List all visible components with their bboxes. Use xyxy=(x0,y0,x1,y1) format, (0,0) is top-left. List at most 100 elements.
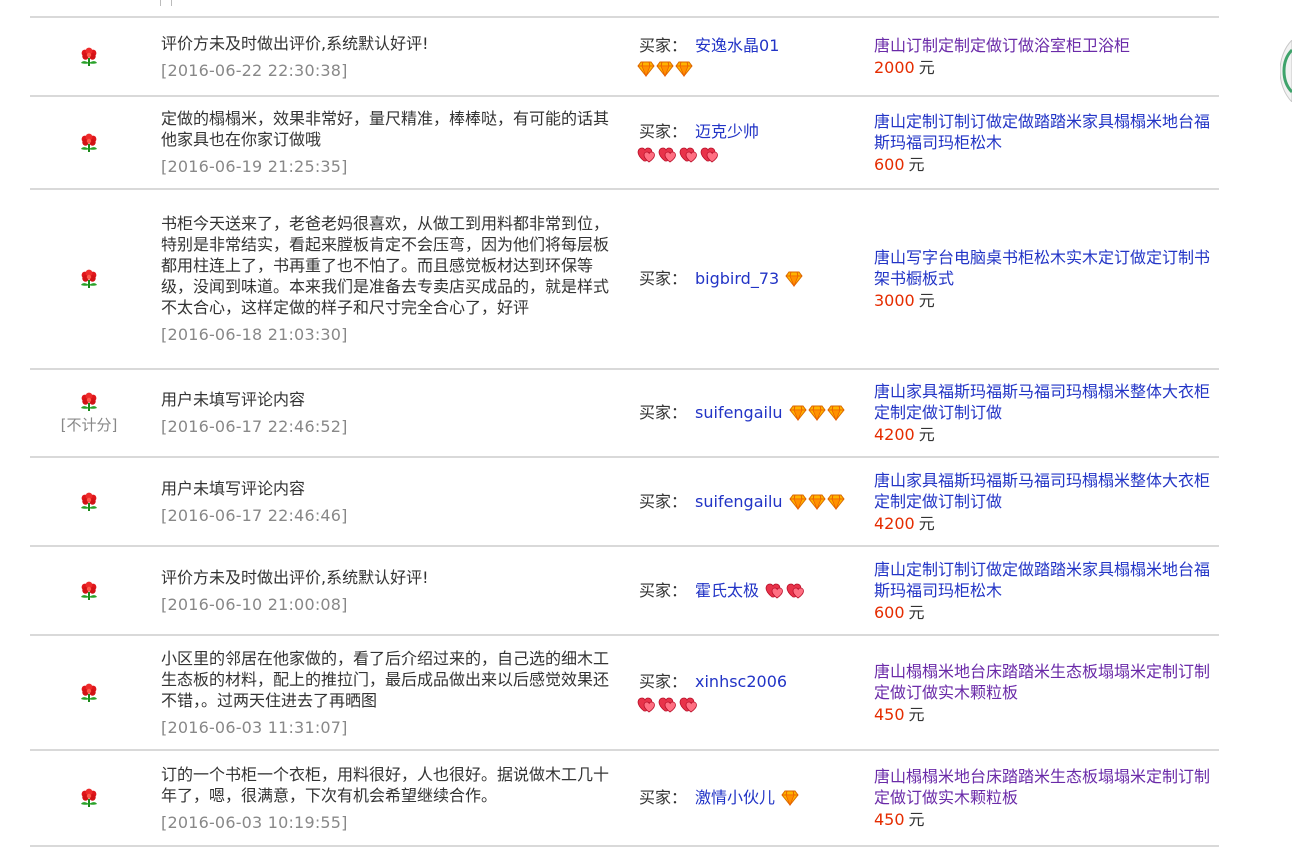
price-value: 600 xyxy=(874,602,905,622)
previous-row-remnant xyxy=(160,0,172,6)
buyer-cell: 买家： xinhsc2006 xyxy=(637,636,864,749)
buyer-name-link[interactable]: suifengailu xyxy=(695,402,783,424)
comment-cell: 定做的榻榻米，效果非常好，量尺精准，棒棒哒，有可能的话其他家具也在你家订做哦 [… xyxy=(161,97,621,188)
buyer-name-link[interactable]: suifengailu xyxy=(695,491,783,513)
diamond-icon xyxy=(675,61,693,77)
rating-cell xyxy=(30,190,148,368)
buyer-credit-badges xyxy=(781,788,800,808)
review-comment: 订的一个书柜一个衣柜，用料很好，人也很好。据说做木工几十年了，嗯，很满意，下次有… xyxy=(161,764,610,805)
review-comment: 评价方未及时做出评价,系统默认好评! xyxy=(161,33,429,53)
item-price: 2000 元 xyxy=(874,57,1219,78)
buyer-name-link[interactable]: 迈克少帅 xyxy=(695,121,759,143)
rating-cell xyxy=(30,636,148,749)
item-title-link[interactable]: 唐山榻榻米地台床踏踏米生态板塌塌米定制订制定做订做实木颗粒板 xyxy=(874,766,1219,808)
comment-cell: 用户未填写评论内容 [2016-06-17 22:46:52] xyxy=(161,370,621,456)
buyer-cell: 买家： bigbird_73 xyxy=(639,190,864,368)
review-row: 小区里的邻居在他家做的，看了后介绍过来的，自己选的细木工生态板的材料，配上的推拉… xyxy=(30,636,1219,751)
price-unit: 元 xyxy=(908,154,925,174)
diamond-icon xyxy=(637,61,655,77)
review-comment: 用户未填写评论内容 xyxy=(161,478,306,498)
heart-icon xyxy=(637,697,655,712)
buyer-cell: 买家： 激情小伙儿 xyxy=(639,751,864,845)
buyer-cell: 买家： 霍氏太极 xyxy=(639,547,864,634)
review-row: 评价方未及时做出评价,系统默认好评! [2016-06-22 22:30:38]… xyxy=(30,18,1219,97)
rating-cell xyxy=(30,97,148,188)
price-value: 2000 xyxy=(874,58,915,77)
floating-widget-edge[interactable] xyxy=(1280,40,1292,102)
red-flower-icon xyxy=(79,492,99,512)
review-row: 评价方未及时做出评价,系统默认好评! [2016-06-10 21:00:08]… xyxy=(30,547,1219,636)
item-title-link[interactable]: 唐山榻榻米地台床踏踏米生态板塌塌米定制订制定做订做实木颗粒板 xyxy=(874,661,1219,703)
review-comment: 评价方未及时做出评价,系统默认好评! xyxy=(161,567,429,587)
rating-cell xyxy=(30,751,148,845)
buyer-credit-badges xyxy=(765,581,807,601)
price-unit: 元 xyxy=(908,810,925,829)
price-unit: 元 xyxy=(908,704,925,724)
comment-cell: 书柜今天送来了，老爸老妈很喜欢，从做工到用料都非常到位，特别是非常结实，看起来膛… xyxy=(161,190,621,368)
item-title-link[interactable]: 唐山写字台电脑桌书柜松木实木定订做定订制书架书橱板式 xyxy=(874,247,1219,289)
item-cell: 唐山榻榻米地台床踏踏米生态板塌塌米定制订制定做订做实木颗粒板 450 元 xyxy=(874,636,1219,749)
item-title-link[interactable]: 唐山定制订制订做定做踏踏米家具榻榻米地台福斯玛福司玛柜松木 xyxy=(874,111,1219,153)
item-cell: 唐山榻榻米地台床踏踏米生态板塌塌米定制订制定做订做实木颗粒板 450 元 xyxy=(874,751,1219,845)
buyer-label: 买家： xyxy=(639,403,688,422)
diamond-icon xyxy=(788,494,807,510)
diamond-icon xyxy=(807,405,826,421)
buyer-name-link[interactable]: 激情小伙儿 xyxy=(695,787,775,809)
item-title-link[interactable]: 唐山家具福斯玛福斯马福司玛榻榻米整体大衣柜定制定做订制订做 xyxy=(874,381,1219,423)
price-unit: 元 xyxy=(908,602,925,622)
review-row: 用户未填写评论内容 [2016-06-17 22:46:46] 买家： suif… xyxy=(30,458,1219,547)
red-flower-icon xyxy=(79,269,99,289)
buyer-cell: 买家： 安逸水晶01 xyxy=(637,18,864,95)
item-price: 450 元 xyxy=(874,704,1219,725)
comment-cell: 评价方未及时做出评价,系统默认好评! [2016-06-22 22:30:38] xyxy=(161,18,621,95)
comment-cell: 小区里的邻居在他家做的，看了后介绍过来的，自己选的细木工生态板的材料，配上的推拉… xyxy=(161,636,621,749)
buyer-label: 买家： xyxy=(639,671,688,691)
review-date: [2016-06-03 10:19:55] xyxy=(161,812,348,832)
buyer-cell: 买家： suifengailu xyxy=(639,458,864,545)
buyer-credit-badges xyxy=(637,695,864,715)
red-flower-icon xyxy=(79,788,99,808)
item-price: 4200 元 xyxy=(874,513,1219,534)
item-title-link[interactable]: 唐山家具福斯玛福斯马福司玛榻榻米整体大衣柜定制定做订制订做 xyxy=(874,470,1219,512)
buyer-label: 买家： xyxy=(639,491,688,511)
item-price: 600 元 xyxy=(874,602,1219,623)
item-price: 450 元 xyxy=(874,809,1219,830)
item-cell: 唐山家具福斯玛福斯马福司玛榻榻米整体大衣柜定制定做订制订做 4200 元 xyxy=(874,458,1219,545)
review-date: [2016-06-10 21:00:08] xyxy=(161,594,348,614)
diamond-icon xyxy=(656,61,674,77)
buyer-label: 买家： xyxy=(639,788,688,807)
red-flower-icon xyxy=(79,133,99,153)
buyer-name-link[interactable]: xinhsc2006 xyxy=(695,671,787,693)
review-comment: 小区里的邻居在他家做的，看了后介绍过来的，自己选的细木工生态板的材料，配上的推拉… xyxy=(161,648,610,710)
comment-cell: 评价方未及时做出评价,系统默认好评! [2016-06-10 21:00:08] xyxy=(161,547,621,634)
red-flower-icon xyxy=(79,392,99,412)
heart-icon xyxy=(637,147,655,162)
review-row: 定做的榻榻米，效果非常好，量尺精准，棒棒哒，有可能的话其他家具也在你家订做哦 [… xyxy=(30,97,1219,190)
item-title-link[interactable]: 唐山订制定制定做订做浴室柜卫浴柜 xyxy=(874,35,1219,56)
review-date: [2016-06-19 21:25:35] xyxy=(161,157,348,176)
heart-icon xyxy=(658,697,676,712)
diamond-icon xyxy=(807,494,826,510)
buyer-credit-badges xyxy=(785,269,804,289)
buyer-label: 买家： xyxy=(639,269,688,288)
not-counted-label: [不计分] xyxy=(60,415,118,434)
comment-cell: 订的一个书柜一个衣柜，用料很好，人也很好。据说做木工几十年了，嗯，很满意，下次有… xyxy=(161,751,621,845)
buyer-name-link[interactable]: bigbird_73 xyxy=(695,268,779,290)
price-unit: 元 xyxy=(918,58,935,77)
review-date: [2016-06-18 21:03:30] xyxy=(161,325,348,344)
item-title-link[interactable]: 唐山定制订制订做定做踏踏米家具榻榻米地台福斯玛福司玛柜松木 xyxy=(874,559,1219,601)
buyer-name-link[interactable]: 安逸水晶01 xyxy=(695,35,779,57)
buyer-cell: 买家： suifengailu xyxy=(639,370,864,456)
price-value: 600 xyxy=(874,154,905,174)
diamond-icon xyxy=(781,790,799,806)
rating-cell: [不计分] xyxy=(30,370,148,456)
buyer-name-link[interactable]: 霍氏太极 xyxy=(695,580,759,602)
price-value: 3000 xyxy=(874,291,915,310)
price-unit: 元 xyxy=(918,513,935,533)
rating-cell xyxy=(30,547,148,634)
item-cell: 唐山家具福斯玛福斯马福司玛榻榻米整体大衣柜定制定做订制订做 4200 元 xyxy=(874,370,1219,456)
review-comment: 书柜今天送来了，老爸老妈很喜欢，从做工到用料都非常到位，特别是非常结实，看起来膛… xyxy=(161,214,610,317)
buyer-label: 买家： xyxy=(639,121,688,141)
diamond-icon xyxy=(826,405,845,421)
heart-icon xyxy=(679,147,697,162)
